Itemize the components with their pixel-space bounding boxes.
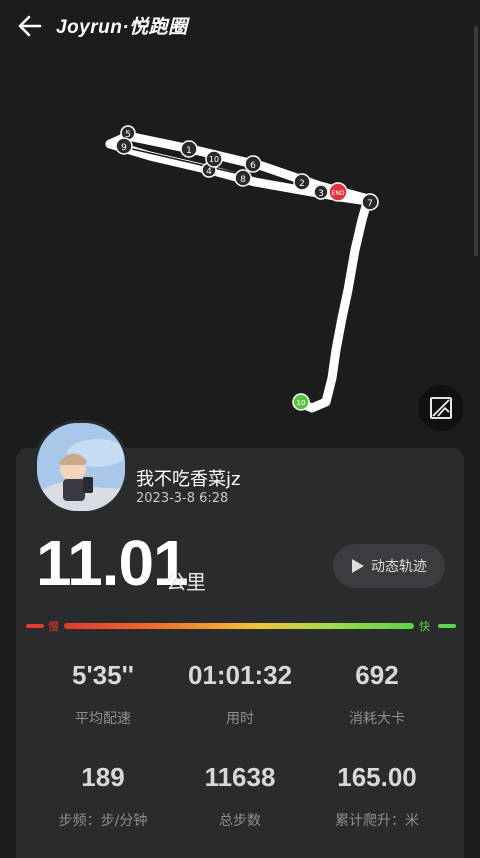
elevation-gain-value: 165.00	[337, 762, 417, 792]
svg-text:10: 10	[209, 155, 219, 164]
username: 我不吃香菜jz	[136, 469, 241, 490]
dynamic-track-label: 动态轨迹	[371, 559, 427, 575]
pace-gradient-bar: 慢 快	[26, 620, 456, 633]
svg-text:4: 4	[206, 167, 212, 177]
distance-value: 11.01	[36, 527, 189, 599]
slow-label: 慢	[48, 620, 59, 633]
svg-text:7: 7	[367, 199, 373, 209]
calories-value: 692	[355, 660, 399, 690]
svg-text:6: 6	[250, 161, 256, 171]
km-marker-2: 2	[293, 173, 311, 191]
pace-bar-gradient	[64, 623, 414, 629]
image-icon	[430, 397, 452, 419]
pace-bar-slow-segment	[26, 624, 44, 628]
km-marker-8: 8	[234, 169, 252, 187]
play-icon	[352, 559, 364, 573]
avg-pace-value: 5'35''	[72, 660, 134, 690]
svg-text:2: 2	[299, 179, 305, 189]
svg-text:END: END	[332, 190, 345, 197]
km-marker-9: 9	[115, 137, 133, 155]
svg-text:3: 3	[318, 189, 324, 199]
end-marker: END	[328, 182, 348, 202]
top-bar: Joyrun·悦跑圈	[0, 0, 480, 52]
total-steps-label: 总步数	[219, 813, 261, 829]
dynamic-track-button[interactable]: 动态轨迹	[333, 544, 445, 588]
km-marker-6: 6	[244, 155, 262, 173]
svg-text:1: 1	[186, 146, 192, 156]
distance-unit: 公里	[166, 570, 206, 594]
km-marker-1: 1	[180, 140, 198, 158]
route-map[interactable]: 1 2 3 4 5 6 7 8 9 10 END 10	[0, 52, 480, 452]
avatar[interactable]	[34, 420, 128, 514]
calories-label: 消耗大卡	[349, 711, 405, 727]
km-marker-7: 7	[361, 193, 379, 211]
total-steps-value: 11638	[204, 762, 276, 792]
run-date: 2023-3-8 6:28	[136, 491, 229, 506]
svg-text:8: 8	[240, 175, 246, 185]
start-marker: 10	[292, 393, 310, 411]
km-marker-10: 10	[205, 150, 223, 168]
duration-label: 用时	[226, 711, 254, 727]
fast-label: 快	[419, 620, 430, 633]
avg-pace-label: 平均配速	[75, 711, 131, 727]
image-toggle-button[interactable]	[418, 385, 464, 431]
svg-text:10: 10	[297, 399, 306, 407]
cadence-label: 步频：步/分钟	[58, 813, 148, 829]
cadence-value: 189	[81, 762, 125, 792]
avatar-image	[37, 423, 125, 511]
back-arrow-icon[interactable]	[14, 10, 46, 42]
elevation-gain-label: 累计爬升：米	[335, 813, 419, 829]
pace-bar-fast-segment	[438, 624, 456, 628]
svg-text:9: 9	[121, 143, 127, 153]
app-title: Joyrun·悦跑圈	[56, 17, 188, 38]
duration-value: 01:01:32	[187, 660, 293, 690]
km-marker-3: 3	[313, 184, 329, 200]
